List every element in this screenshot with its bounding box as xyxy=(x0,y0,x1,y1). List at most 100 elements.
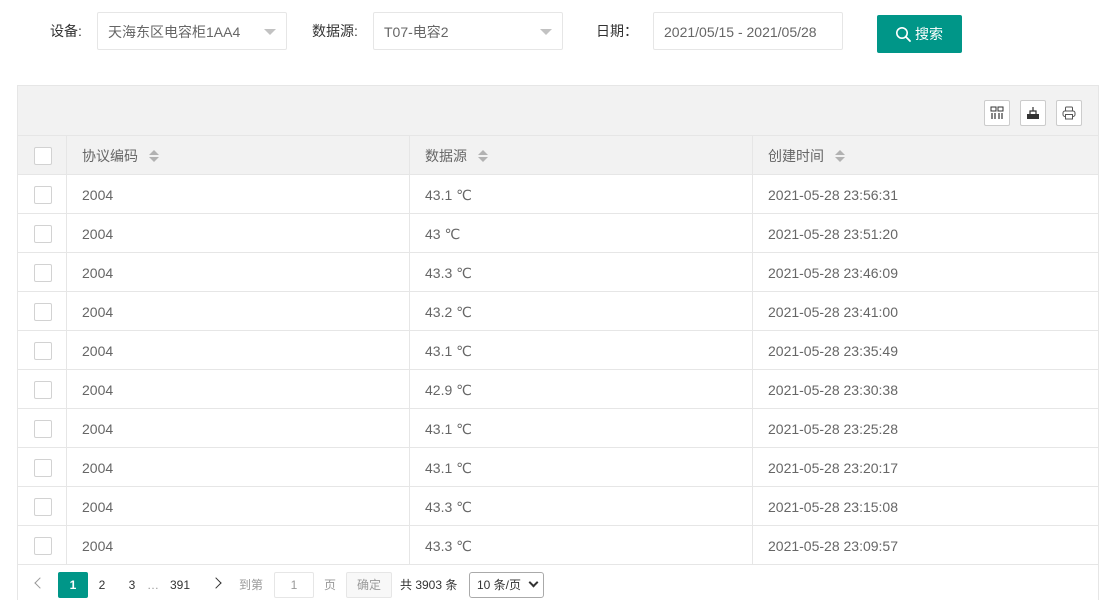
table-row[interactable]: 2004 43.1 ℃ 2021-05-28 23:35:49 xyxy=(18,331,1098,370)
cell-time-text: 2021-05-28 23:56:31 xyxy=(768,187,898,203)
table-row[interactable]: 2004 43.3 ℃ 2021-05-28 23:09:57 xyxy=(18,526,1098,565)
row-checkbox[interactable] xyxy=(34,459,52,477)
table-row[interactable]: 2004 43.2 ℃ 2021-05-28 23:41:00 xyxy=(18,292,1098,331)
chevron-down-icon xyxy=(264,29,276,35)
cell-code-text: 2004 xyxy=(82,421,114,437)
row-checkbox[interactable] xyxy=(34,420,52,438)
prev-page-icon[interactable] xyxy=(34,577,46,589)
cell-source: 42.9 ℃ xyxy=(410,370,753,408)
goto-confirm-button[interactable]: 确定 xyxy=(346,572,392,598)
sort-icon[interactable] xyxy=(478,150,488,162)
table-row[interactable]: 2004 43.1 ℃ 2021-05-28 23:25:28 xyxy=(18,409,1098,448)
cell-code: 2004 xyxy=(67,175,410,213)
export-icon xyxy=(1027,107,1039,119)
page-1-button[interactable]: 1 xyxy=(58,572,88,598)
row-select-cell xyxy=(18,214,67,252)
device-select[interactable]: 天海东区电容柜1AA4 xyxy=(97,12,287,50)
cell-code-text: 2004 xyxy=(82,538,114,554)
cell-time: 2021-05-28 23:35:49 xyxy=(753,331,1098,369)
row-select-cell xyxy=(18,448,67,486)
table-row[interactable]: 2004 43.1 ℃ 2021-05-28 23:20:17 xyxy=(18,448,1098,487)
cell-time-text: 2021-05-28 23:41:00 xyxy=(768,304,898,320)
row-checkbox[interactable] xyxy=(34,381,52,399)
page-3-button[interactable]: 3 xyxy=(120,572,144,598)
date-range-input[interactable]: 2021/05/15 - 2021/05/28 xyxy=(653,12,843,50)
export-button[interactable] xyxy=(1020,100,1046,126)
sort-icon[interactable] xyxy=(835,150,845,162)
header-time[interactable]: 创建时间 xyxy=(753,136,1098,174)
cell-time-text: 2021-05-28 23:20:17 xyxy=(768,460,898,476)
row-checkbox[interactable] xyxy=(34,342,52,360)
goto-page-input[interactable]: 1 xyxy=(274,572,314,598)
device-label: 设备: xyxy=(50,23,82,39)
last-page-button[interactable]: 391 xyxy=(164,572,196,598)
cell-source-text: 43.3 ℃ xyxy=(425,538,472,554)
page-ellipsis: … xyxy=(147,578,159,592)
search-button-label: 搜索 xyxy=(915,26,943,42)
table-row[interactable]: 2004 43.3 ℃ 2021-05-28 23:15:08 xyxy=(18,487,1098,526)
cell-code-text: 2004 xyxy=(82,382,114,398)
row-select-cell xyxy=(18,487,67,525)
table-row[interactable]: 2004 42.9 ℃ 2021-05-28 23:30:38 xyxy=(18,370,1098,409)
row-checkbox[interactable] xyxy=(34,498,52,516)
cell-source: 43.2 ℃ xyxy=(410,292,753,330)
page-size-value: 10 条/页 xyxy=(477,578,522,592)
cell-time-text: 2021-05-28 23:09:57 xyxy=(768,538,898,554)
cell-code: 2004 xyxy=(67,253,410,291)
table-row[interactable]: 2004 43.1 ℃ 2021-05-28 23:56:31 xyxy=(18,175,1098,214)
sort-icon[interactable] xyxy=(149,150,159,162)
columns-filter-button[interactable] xyxy=(984,100,1010,126)
row-checkbox[interactable] xyxy=(34,264,52,282)
header-source[interactable]: 数据源 xyxy=(410,136,753,174)
table-header: 协议编码 数据源 创建时间 xyxy=(18,136,1098,175)
cell-source: 43.1 ℃ xyxy=(410,448,753,486)
table-row[interactable]: 2004 43.3 ℃ 2021-05-28 23:46:09 xyxy=(18,253,1098,292)
cell-code: 2004 xyxy=(67,370,410,408)
next-page-icon[interactable] xyxy=(210,577,222,589)
cell-code-text: 2004 xyxy=(82,499,114,515)
print-icon xyxy=(1062,106,1076,120)
cell-code: 2004 xyxy=(67,331,410,369)
page-2-button[interactable]: 2 xyxy=(90,572,114,598)
row-checkbox[interactable] xyxy=(34,186,52,204)
chevron-down-icon xyxy=(528,577,539,588)
cell-source-text: 43.1 ℃ xyxy=(425,343,472,359)
row-checkbox[interactable] xyxy=(34,225,52,243)
row-select-cell xyxy=(18,409,67,447)
goto-label: 到第 xyxy=(238,578,263,592)
cell-time: 2021-05-28 23:41:00 xyxy=(753,292,1098,330)
page-size-select[interactable]: 10 条/页 xyxy=(469,572,544,598)
cell-time-text: 2021-05-28 23:51:20 xyxy=(768,226,898,242)
table-toolbar xyxy=(18,86,1098,136)
cell-source: 43.3 ℃ xyxy=(410,526,753,564)
header-time-label: 创建时间 xyxy=(768,148,824,164)
select-all-checkbox[interactable] xyxy=(34,147,52,165)
header-select-cell xyxy=(18,136,67,174)
source-select[interactable]: T07-电容2 xyxy=(373,12,563,50)
source-label: 数据源: xyxy=(312,23,358,39)
cell-code: 2004 xyxy=(67,409,410,447)
cell-time: 2021-05-28 23:25:28 xyxy=(753,409,1098,447)
search-button[interactable]: 搜索 xyxy=(877,15,962,53)
total-count: 共 3903 条 xyxy=(400,578,458,592)
cell-time: 2021-05-28 23:46:09 xyxy=(753,253,1098,291)
table-row[interactable]: 2004 43 ℃ 2021-05-28 23:51:20 xyxy=(18,214,1098,253)
header-code[interactable]: 协议编码 xyxy=(67,136,410,174)
print-button[interactable] xyxy=(1056,100,1082,126)
cell-source: 43.3 ℃ xyxy=(410,487,753,525)
cell-time: 2021-05-28 23:09:57 xyxy=(753,526,1098,564)
row-checkbox[interactable] xyxy=(34,537,52,555)
cell-time-text: 2021-05-28 23:15:08 xyxy=(768,499,898,515)
cell-code-text: 2004 xyxy=(82,226,114,242)
filter-bar: 设备: 天海东区电容柜1AA4 数据源: T07-电容2 日期： 2021/05… xyxy=(0,0,1101,70)
device-select-value: 天海东区电容柜1AA4 xyxy=(108,24,241,40)
cell-code-text: 2004 xyxy=(82,343,114,359)
row-checkbox[interactable] xyxy=(34,303,52,321)
row-select-cell xyxy=(18,175,67,213)
search-icon xyxy=(896,27,911,42)
cell-time-text: 2021-05-28 23:35:49 xyxy=(768,343,898,359)
cell-code: 2004 xyxy=(67,448,410,486)
pagination: 1 2 3 … 391 到第 1 页 确定 共 3903 条 10 条/页 xyxy=(17,568,1099,600)
cell-code-text: 2004 xyxy=(82,265,114,281)
cell-time: 2021-05-28 23:30:38 xyxy=(753,370,1098,408)
